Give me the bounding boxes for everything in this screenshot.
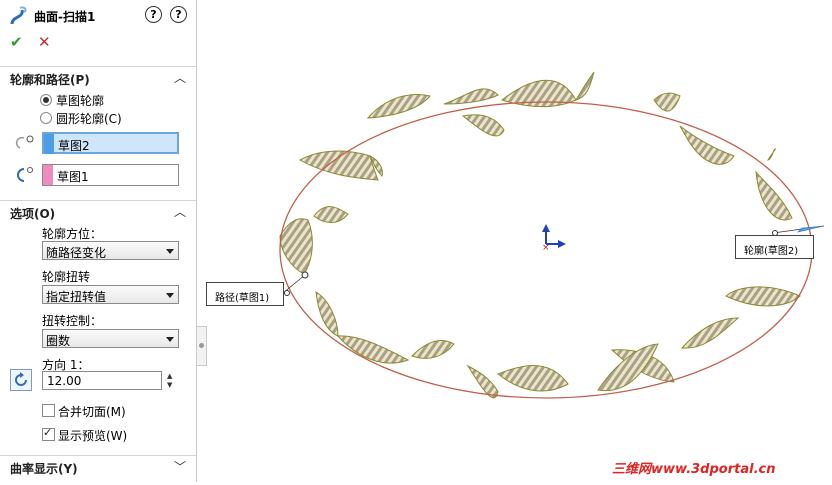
section-profile-path-label: 轮廓和路径(P) — [10, 73, 90, 87]
section-curvature-label: 曲率显示(Y) — [10, 462, 78, 476]
chevron-down-icon[interactable]: ﹀ — [174, 458, 186, 475]
graphics-viewport[interactable]: × 路径(草图1) 轮廓(草图2) — [198, 0, 832, 482]
direction-input[interactable]: 12.00 — [42, 371, 162, 390]
section-options-label: 选项(O) — [10, 207, 56, 221]
spin-up-icon[interactable]: ▲ — [167, 372, 172, 380]
twist-control-value: 圈数 — [46, 334, 71, 348]
twist-select[interactable]: 指定扭转值 — [42, 285, 179, 304]
radio-circular-profile-label: 圆形轮廓(C) — [56, 112, 122, 126]
profile-sketch-marker — [797, 225, 825, 233]
reverse-direction-button[interactable] — [10, 369, 32, 391]
orientation-select[interactable]: 随路径变化 — [42, 241, 179, 260]
radio-button-selected[interactable] — [40, 94, 52, 106]
rotate-icon — [15, 372, 27, 386]
dropdown-arrow-icon — [166, 293, 174, 298]
site-watermark: 三维网www.3dportal.cn — [612, 462, 776, 477]
profile-selection-box[interactable]: 草图2 — [42, 132, 179, 154]
path-callout[interactable]: 路径(草图1) — [206, 282, 284, 306]
cancel-button[interactable]: ✕ — [38, 33, 51, 51]
path-color-swatch — [43, 165, 53, 185]
sweep-surface-icon — [10, 6, 27, 25]
profile-selection-icon — [15, 135, 34, 149]
profile-callout-label: 轮廓(草图2) — [744, 246, 799, 257]
feature-title: 曲面-扫描1 — [34, 10, 96, 24]
path-value: 草图1 — [57, 170, 89, 184]
twisted-surface — [279, 71, 801, 399]
path-callout-label: 路径(草图1) — [215, 293, 270, 304]
profile-callout[interactable]: 轮廓(草图2) — [735, 235, 814, 259]
path-callout-dot — [284, 290, 290, 296]
profile-color-swatch — [44, 134, 54, 154]
section-profile-path-header[interactable]: 轮廓和路径(P) ︿ — [0, 66, 196, 89]
coordinate-origin-icon: × — [542, 224, 566, 253]
twist-control-label: 扭转控制： — [42, 314, 103, 328]
profile-value: 草图2 — [58, 139, 90, 153]
property-manager-panel: 曲面-扫描1 ? ? ✔ ✕ 轮廓和路径(P) ︿ 草图轮廓 圆形轮廓(C) 草… — [0, 0, 197, 482]
direction-value: 12.00 — [47, 374, 82, 388]
path-selection-icon — [17, 167, 33, 182]
section-curvature-header[interactable]: 曲率显示(Y) ﹀ — [0, 455, 196, 478]
twist-label: 轮廓扭转 — [42, 270, 91, 284]
svg-text:×: × — [542, 243, 550, 253]
twist-value: 指定扭转值 — [46, 290, 107, 304]
help-info-icon[interactable]: ? — [170, 6, 187, 23]
path-selection-box[interactable]: 草图1 — [42, 164, 179, 186]
ok-button[interactable]: ✔ — [10, 33, 23, 51]
orientation-value: 随路径变化 — [46, 246, 107, 260]
direction-spinner[interactable]: ▲ ▼ — [165, 371, 177, 390]
merge-faces-label: 合并切面(M) — [58, 405, 126, 419]
show-preview-label: 显示预览(W) — [58, 429, 128, 443]
chevron-up-icon[interactable]: ︿ — [174, 203, 186, 220]
chevron-up-icon[interactable]: ︿ — [174, 69, 186, 86]
radio-sketch-profile-label: 草图轮廓 — [56, 94, 105, 108]
show-preview-checkbox[interactable] — [42, 426, 55, 441]
merge-faces-checkbox[interactable] — [42, 404, 55, 417]
radio-button[interactable] — [40, 112, 52, 124]
path-callout-anchor — [301, 271, 309, 279]
feature-title-row: 曲面-扫描1 ? ? — [8, 6, 193, 26]
spin-down-icon[interactable]: ▼ — [167, 381, 172, 389]
section-options-header[interactable]: 选项(O) ︿ — [0, 200, 196, 223]
twist-control-select[interactable]: 圈数 — [42, 329, 179, 348]
orientation-label: 轮廓方位： — [42, 227, 103, 241]
dropdown-arrow-icon — [166, 249, 174, 254]
help-icon[interactable]: ? — [145, 6, 162, 23]
dropdown-arrow-icon — [166, 337, 174, 342]
